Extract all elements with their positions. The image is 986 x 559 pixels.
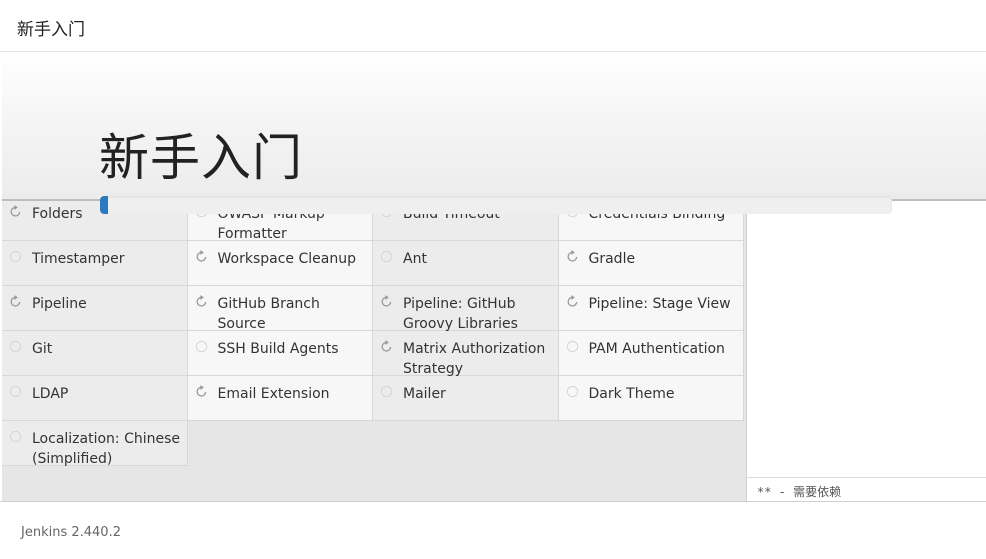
plugin-cell: Pipeline (2, 286, 188, 331)
plugin-row: Git SSH Build Agents Matrix Authorization … (2, 331, 746, 377)
wizard-heading: 新手入门 (99, 129, 303, 187)
plugin-name: Gradle (588, 251, 636, 267)
plugin-cell: Localization: Chinese (Simplified) (2, 421, 188, 467)
plugin-name: Pipeline: GitHub Groovy Libraries (403, 296, 518, 332)
pending-circle-icon (9, 250, 22, 263)
plugin-cell: Dark Theme (558, 376, 744, 421)
plugin-name: Mailer (403, 386, 446, 402)
refresh-icon (196, 250, 206, 262)
plugin-name: Git (32, 341, 53, 357)
pending-circle-icon (380, 385, 393, 398)
plugin-cell: Ant (373, 241, 559, 286)
plugin-name: Dark Theme (588, 386, 675, 402)
plugin-name: Localization: Chinese (Simplified) (32, 431, 181, 467)
page-footer: Jenkins 2.440.2 (0, 501, 986, 559)
plugin-row: Localization: Chinese (Simplified) (2, 421, 746, 467)
install-progress-fill (100, 196, 108, 214)
plugin-cell: GitHub Branch Source (187, 286, 373, 332)
plugin-cell-empty (373, 421, 559, 466)
plugin-cell: Gradle (558, 241, 744, 286)
plugin-cell: SSH Build Agents (187, 331, 373, 376)
refresh-icon (10, 295, 21, 307)
plugin-cell: LDAP (2, 376, 188, 421)
install-progress-bar (100, 196, 892, 214)
plugin-row: Pipeline GitHub Branch Source Pipeline: Gi… (2, 286, 746, 332)
plugin-cell: Git (2, 331, 188, 376)
page-title: 新手入门 (17, 20, 85, 40)
pending-circle-icon (9, 385, 22, 398)
install-log-panel: ** Ionicons API ** - 需要依赖 (746, 196, 986, 501)
refresh-icon (10, 205, 21, 217)
refresh-icon (381, 295, 392, 307)
wizard-header: 新手入门 (2, 53, 986, 201)
pending-circle-icon (195, 340, 207, 353)
plugin-row: Timestamper Workspace Cleanup Ant Gradle (2, 241, 746, 286)
plugin-name: Email Extension (217, 386, 330, 402)
pending-circle-icon (566, 340, 578, 353)
plugin-cell: Workspace Cleanup (187, 241, 373, 286)
plugin-row: LDAP Email Extension Mailer Dark Theme (2, 376, 746, 421)
plugin-grid: Folders OWASP Markup Formatter Build Timeo… (2, 196, 746, 467)
pending-circle-icon (9, 340, 22, 353)
refresh-icon (567, 295, 577, 307)
plugin-name: Timestamper (32, 251, 125, 267)
plugin-cell-empty (188, 421, 374, 466)
pending-circle-icon (566, 385, 578, 398)
plugin-cell: Pipeline: Stage View (558, 286, 744, 331)
top-bar: 新手入门 (0, 0, 986, 52)
plugin-cell: Matrix Authorization Strategy (373, 331, 559, 377)
refresh-icon (196, 295, 206, 307)
pending-circle-icon (380, 250, 393, 263)
plugin-name: GitHub Branch Source (217, 296, 320, 332)
jenkins-version[interactable]: Jenkins 2.440.2 (21, 525, 121, 540)
plugin-name: Ant (403, 251, 427, 267)
pending-circle-icon (9, 430, 22, 443)
plugin-name: PAM Authentication (588, 341, 725, 357)
plugin-name: Pipeline: Stage View (588, 296, 731, 312)
plugin-name: SSH Build Agents (217, 341, 339, 357)
dependency-legend: ** - 需要依赖 (747, 477, 986, 501)
plugin-name: Pipeline (32, 296, 87, 312)
plugin-name: Workspace Cleanup (217, 251, 356, 267)
refresh-icon (567, 250, 577, 262)
plugin-cell: PAM Authentication (558, 331, 744, 376)
plugin-cell-empty (559, 421, 745, 466)
refresh-icon (196, 385, 206, 397)
plugin-cell: Email Extension (187, 376, 373, 421)
setup-wizard-frame: 新手入门 Folders OWASP Markup Formatter Build … (2, 53, 986, 501)
plugin-cell: Mailer (373, 376, 559, 421)
plugin-name: Matrix Authorization Strategy (403, 341, 546, 377)
refresh-icon (381, 340, 392, 352)
plugin-cell: Pipeline: GitHub Groovy Libraries (373, 286, 559, 332)
plugin-cell: Timestamper (2, 241, 188, 286)
plugin-name: LDAP (32, 386, 69, 402)
